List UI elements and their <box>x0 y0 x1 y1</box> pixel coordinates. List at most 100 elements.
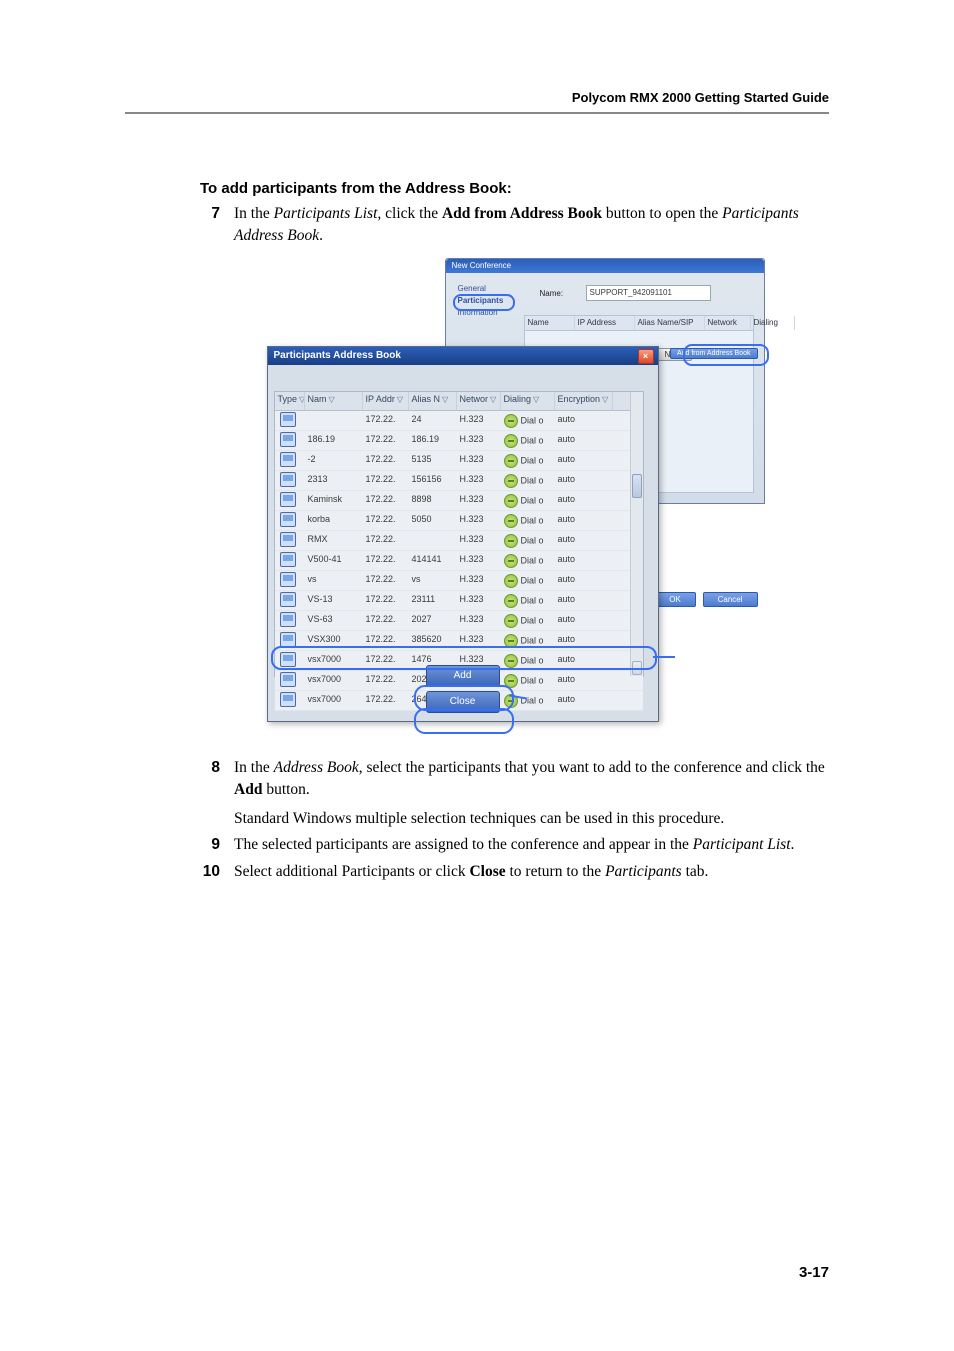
table-row[interactable]: V500-41172.22.414141H.323Dial oauto <box>275 551 643 571</box>
cell-dialing: Dial o <box>501 511 555 530</box>
text-bold: Add <box>234 781 262 798</box>
header-rule <box>125 112 829 114</box>
step-8: 8 In the Address Book, select the partic… <box>200 757 829 830</box>
cell-dialing: Dial o <box>501 471 555 490</box>
cell-network: H.323 <box>457 551 501 570</box>
type-icon <box>275 471 305 490</box>
endpoint-icon <box>280 552 296 567</box>
filter-icon[interactable]: ▽ <box>329 395 335 404</box>
cell-ip: 172.22. <box>363 631 409 650</box>
cell-name: Kaminsk <box>305 491 363 510</box>
cancel-button[interactable]: Cancel <box>703 592 758 607</box>
cell-name: VSX300 <box>305 631 363 650</box>
table-row[interactable]: korba172.22.5050H.323Dial oauto <box>275 511 643 531</box>
cell-network: H.323 <box>457 531 501 550</box>
table-row[interactable]: 2313172.22.156156H.323Dial oauto <box>275 471 643 491</box>
cell-name <box>305 411 363 430</box>
cell-name: vs <box>305 571 363 590</box>
table-row[interactable]: VS-13172.22.23111H.323Dial oauto <box>275 591 643 611</box>
sidebar-item-general[interactable]: General <box>452 283 516 295</box>
text: . <box>791 836 795 853</box>
col-alias[interactable]: Alias N▽ <box>409 392 457 410</box>
table-row[interactable]: 186.19172.22.186.19H.323Dial oauto <box>275 431 643 451</box>
add-button[interactable]: Add <box>426 665 500 687</box>
cell-network: H.323 <box>457 591 501 610</box>
filter-icon[interactable]: ▽ <box>533 395 539 404</box>
table-row[interactable]: VS-63172.22.2027H.323Dial oauto <box>275 611 643 631</box>
col-dialing[interactable]: Dialing▽ <box>501 392 555 410</box>
filter-icon[interactable]: ▽ <box>490 395 496 404</box>
dial-icon <box>504 414 518 428</box>
cell-dialing: Dial o <box>501 531 555 550</box>
endpoint-icon <box>280 632 296 647</box>
type-icon <box>275 491 305 510</box>
col-name[interactable]: Nam▽ <box>305 392 363 410</box>
step-number: 7 <box>200 203 220 248</box>
cell-ip: 172.22. <box>363 411 409 430</box>
cell-ip: 172.22. <box>363 611 409 630</box>
cell-name: korba <box>305 511 363 530</box>
col-label: Alias N <box>412 394 441 404</box>
text: button. <box>262 781 309 798</box>
cell-name: VS-13 <box>305 591 363 610</box>
add-from-address-book-button[interactable]: Add from Address Book <box>670 348 758 359</box>
col[interactable]: Network <box>705 316 751 330</box>
dialog-buttons: OK Cancel <box>650 592 757 607</box>
scrollbar[interactable]: ⌄ <box>630 392 643 676</box>
cell-encryption: auto <box>555 571 613 590</box>
name-label: Name: <box>540 289 564 298</box>
table-row[interactable]: 172.22.24H.323Dial oauto <box>275 411 643 431</box>
text: button to open the <box>602 205 722 222</box>
type-icon <box>275 571 305 590</box>
table-row[interactable]: Kaminsk172.22.8898H.323Dial oauto <box>275 491 643 511</box>
close-button[interactable]: Close <box>426 691 500 713</box>
col-network[interactable]: Networ▽ <box>457 392 501 410</box>
table-row[interactable]: VSX300172.22.385620H.323Dial oauto <box>275 631 643 651</box>
col-label: Networ <box>460 394 489 404</box>
col-type[interactable]: Type▽ <box>275 392 305 410</box>
sidebar-item-information[interactable]: Information <box>452 307 516 319</box>
endpoint-icon <box>280 452 296 467</box>
table-row[interactable]: RMX172.22.H.323Dial oauto <box>275 531 643 551</box>
step-body: In the Address Book, select the particip… <box>234 757 829 830</box>
text-italic: Participants List, <box>274 205 382 222</box>
table-row[interactable]: -2172.22.5135H.323Dial oauto <box>275 451 643 471</box>
sidebar-item-participants[interactable]: Participants <box>452 295 516 307</box>
close-icon[interactable]: × <box>638 349 654 364</box>
dial-icon <box>504 514 518 528</box>
filter-icon[interactable]: ▽ <box>442 395 448 404</box>
endpoint-icon <box>280 492 296 507</box>
sidebar: General Participants Information <box>452 283 516 319</box>
ok-button[interactable]: OK <box>654 592 696 607</box>
col-ip[interactable]: IP Addr▽ <box>363 392 409 410</box>
col[interactable]: IP Address <box>575 316 635 330</box>
step-7: 7 In the Participants List, click the Ad… <box>200 203 829 248</box>
col[interactable]: Alias Name/SIP <box>635 316 705 330</box>
dial-icon <box>504 614 518 628</box>
col[interactable]: Dialing <box>751 316 795 330</box>
button-bar: Add Close <box>268 663 658 715</box>
name-field[interactable]: SUPPORT_942091101 <box>586 285 711 301</box>
type-icon <box>275 631 305 650</box>
filter-icon[interactable]: ▽ <box>602 395 608 404</box>
type-icon <box>275 411 305 430</box>
cell-ip: 172.22. <box>363 451 409 470</box>
cell-alias: 156156 <box>409 471 457 490</box>
cell-network: H.323 <box>457 411 501 430</box>
cell-alias: 5135 <box>409 451 457 470</box>
cell-encryption: auto <box>555 611 613 630</box>
table-row[interactable]: vs172.22.vsH.323Dial oauto <box>275 571 643 591</box>
col-encryption[interactable]: Encryption▽ <box>555 392 613 410</box>
cell-encryption: auto <box>555 591 613 610</box>
col[interactable]: Name <box>525 316 575 330</box>
cell-name: VS-63 <box>305 611 363 630</box>
dial-icon <box>504 454 518 468</box>
cell-ip: 172.22. <box>363 431 409 450</box>
cell-dialing: Dial o <box>501 491 555 510</box>
col-label: IP Addr <box>366 394 395 404</box>
step-10: 10 Select additional Participants or cli… <box>200 861 829 883</box>
filter-icon[interactable]: ▽ <box>397 395 403 404</box>
cell-ip: 172.22. <box>363 571 409 590</box>
scroll-thumb[interactable] <box>632 474 642 498</box>
type-icon <box>275 431 305 450</box>
